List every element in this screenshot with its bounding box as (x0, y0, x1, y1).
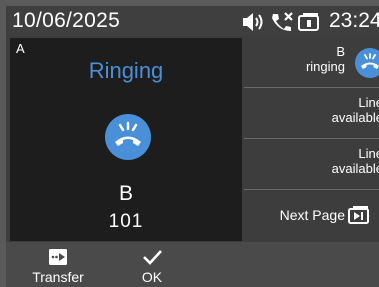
line-key-b[interactable]: B ringing (244, 38, 379, 88)
call-line-label: A (16, 41, 25, 56)
line-key-name: B (336, 44, 345, 59)
ringing-call-icon (105, 114, 151, 165)
active-call-panel[interactable]: A Ringing B 101 (10, 38, 242, 241)
status-bar: 10/06/2025 23:24 (6, 6, 379, 36)
status-time: 23:24 (329, 9, 379, 32)
line-keys: B ringing Line available Line available (244, 38, 379, 241)
line-key-state: available (331, 161, 379, 176)
line-key-state: available (331, 110, 379, 125)
line-key-available[interactable]: Line available (244, 140, 379, 190)
line-key-label: Line available (332, 146, 379, 176)
next-page-key[interactable]: Next Page (244, 191, 379, 240)
missed-call-icon (270, 12, 296, 37)
next-page-label: Next Page (279, 207, 345, 223)
phone-screen: 10/06/2025 23:24 A Ringing B 101 B ringi… (6, 6, 379, 287)
line-key-state: ringing (305, 59, 345, 74)
voicemail-icon (297, 12, 321, 37)
callee-number: 101 (108, 211, 144, 232)
speaker-icon (242, 12, 268, 37)
ringing-call-icon (355, 48, 379, 81)
transfer-icon (23, 248, 93, 268)
line-key-label: Line available (332, 95, 379, 125)
status-date: 10/06/2025 (12, 9, 121, 32)
call-status: Ringing (88, 58, 164, 83)
softkey-bar: Transfer OK (6, 242, 379, 287)
line-key-available[interactable]: Line available (244, 89, 379, 139)
ok-softkey[interactable]: OK (117, 242, 187, 287)
callee-name: B (118, 182, 133, 205)
next-page-icon (347, 205, 371, 228)
line-key-name: Line (358, 95, 379, 110)
transfer-softkey[interactable]: Transfer (23, 242, 93, 287)
ok-label: OK (141, 269, 163, 285)
checkmark-icon (117, 248, 187, 268)
line-key-name: Line (358, 146, 379, 161)
line-key-label: B ringing (306, 44, 345, 74)
transfer-label: Transfer (32, 269, 84, 285)
